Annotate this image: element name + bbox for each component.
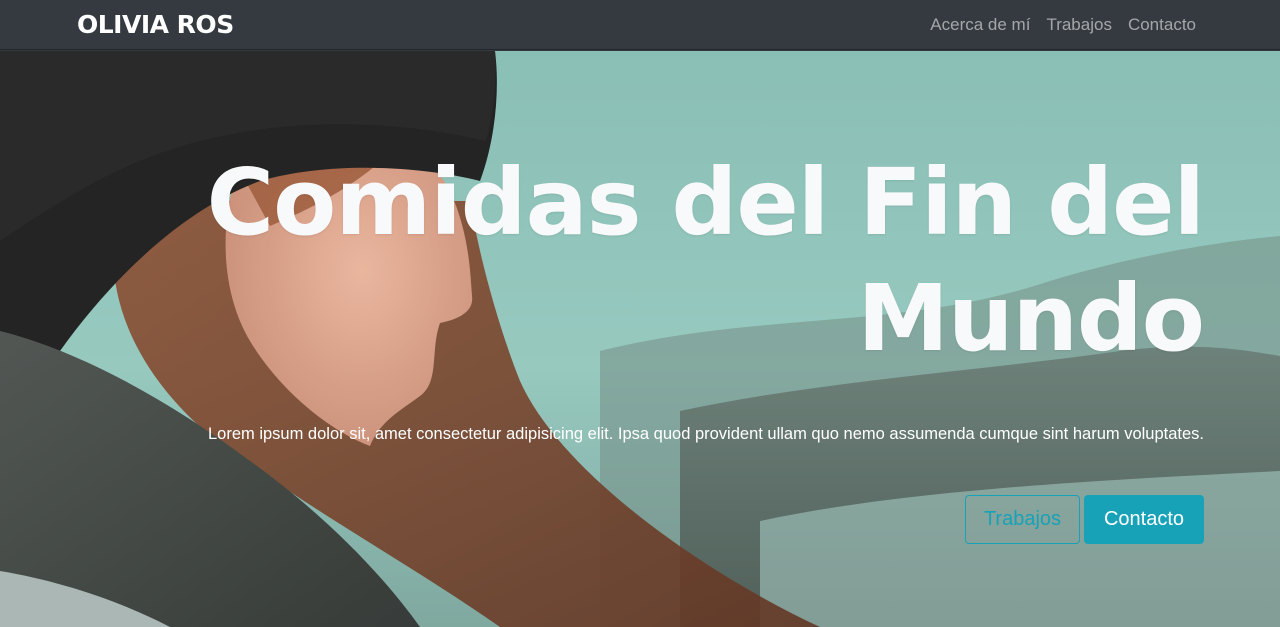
hero-lead-text: Lorem ipsum dolor sit, amet consectetur … xyxy=(207,425,1204,443)
hero-title: Comidas del Fin del Mundo xyxy=(206,149,1205,372)
nav-link-contact[interactable]: Contacto xyxy=(1128,15,1196,35)
nav-links: Acerca de mí Trabajos Contacto xyxy=(914,0,1196,50)
nav-link-about[interactable]: Acerca de mí xyxy=(930,15,1030,35)
contact-button[interactable]: Contacto xyxy=(1084,495,1204,544)
nav-link-works[interactable]: Trabajos xyxy=(1046,15,1112,35)
works-button[interactable]: Trabajos xyxy=(965,495,1080,544)
hero-content: Comidas del Fin del Mundo Lorem ipsum do… xyxy=(154,51,1205,627)
hero-section: Comidas del Fin del Mundo Lorem ipsum do… xyxy=(0,51,1280,627)
site-brand[interactable]: OLIVIA ROS xyxy=(77,9,234,41)
top-navbar: OLIVIA ROS Acerca de mí Trabajos Contact… xyxy=(0,0,1280,50)
hero-buttons: Trabajos Contacto xyxy=(965,495,1204,544)
